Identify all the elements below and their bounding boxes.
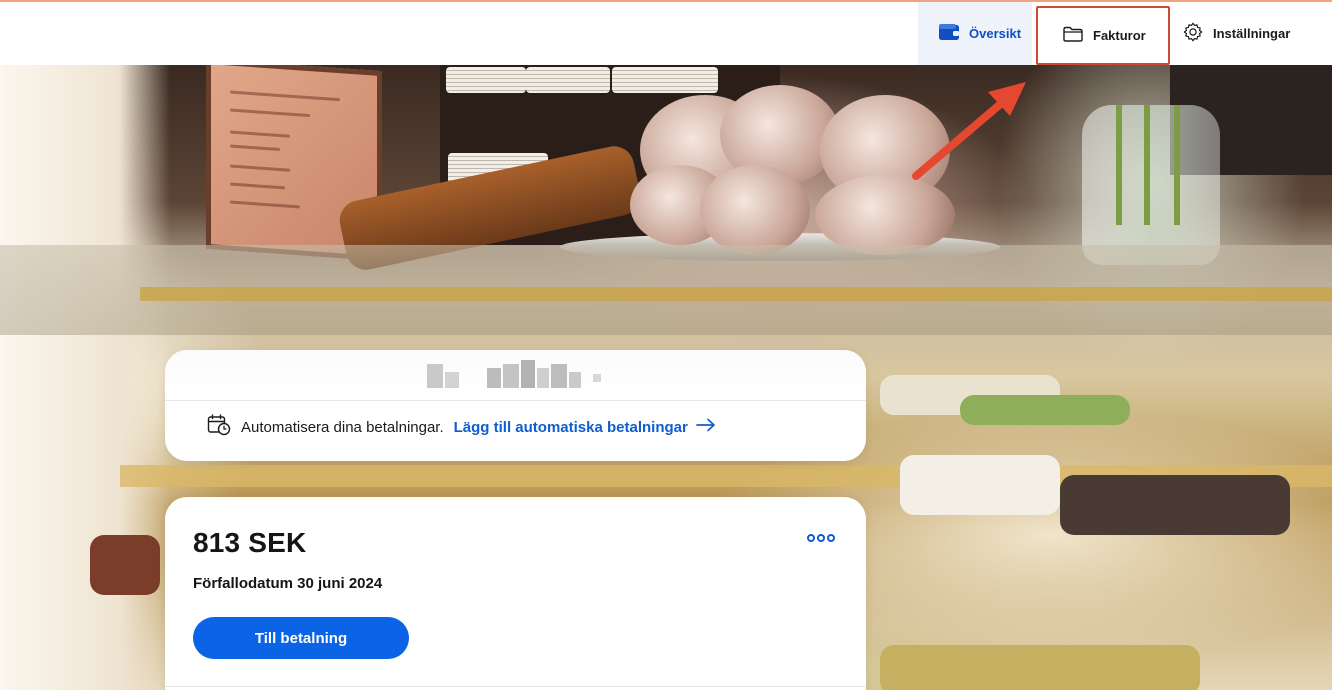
hero-cake (960, 395, 1130, 425)
invoice-card-divider (165, 686, 866, 687)
account-name-pixelated (165, 350, 866, 400)
nav-item-invoices[interactable]: Fakturor (1036, 6, 1170, 65)
nav-settings-label: Inställningar (1213, 26, 1291, 41)
hero-plates (612, 67, 718, 93)
arrow-right-icon (696, 418, 716, 436)
wallet-icon (938, 23, 960, 44)
hero-meringue (700, 165, 810, 255)
nav-item-overview[interactable]: Översikt (918, 2, 1032, 65)
hero-wall (0, 65, 170, 690)
nav-item-settings[interactable]: Inställningar (1182, 2, 1322, 65)
nav-overview-label: Översikt (969, 26, 1022, 41)
autopay-row: Automatisera dina betalningar. Lägg till… (207, 414, 716, 440)
top-navigation: Översikt Fakturor Inställningar (0, 2, 1332, 65)
gear-icon (1182, 21, 1204, 46)
autopay-text: Automatisera dina betalningar. (241, 418, 444, 436)
autopay-card: Automatisera dina betalningar. Lägg till… (165, 350, 866, 461)
hero-meringue (815, 175, 955, 255)
invoice-card: 813 SEK Förfallodatum 30 juni 2024 Till … (165, 497, 866, 690)
hero-brass-rail (140, 287, 1332, 301)
add-autopay-link-label: Lägg till automatiska betalningar (453, 418, 688, 436)
add-autopay-link[interactable]: Lägg till automatiska betalningar (454, 418, 716, 436)
autopay-divider (165, 400, 866, 401)
hero-cake (1060, 475, 1290, 535)
hero-plates (446, 67, 526, 93)
more-dots-icon[interactable] (807, 531, 835, 545)
hero-plates (526, 67, 610, 93)
hero-jar (90, 535, 160, 595)
hero-cake (880, 645, 1200, 690)
folder-icon (1062, 25, 1084, 46)
calendar-clock-icon (207, 414, 231, 440)
invoice-due-date: Förfallodatum 30 juni 2024 (193, 575, 383, 592)
hero-cake (900, 455, 1060, 515)
pay-button[interactable]: Till betalning (193, 617, 409, 659)
invoice-amount: 813 SEK (193, 527, 307, 558)
nav-invoices-label: Fakturor (1093, 28, 1146, 43)
hero-vase (1082, 105, 1220, 265)
